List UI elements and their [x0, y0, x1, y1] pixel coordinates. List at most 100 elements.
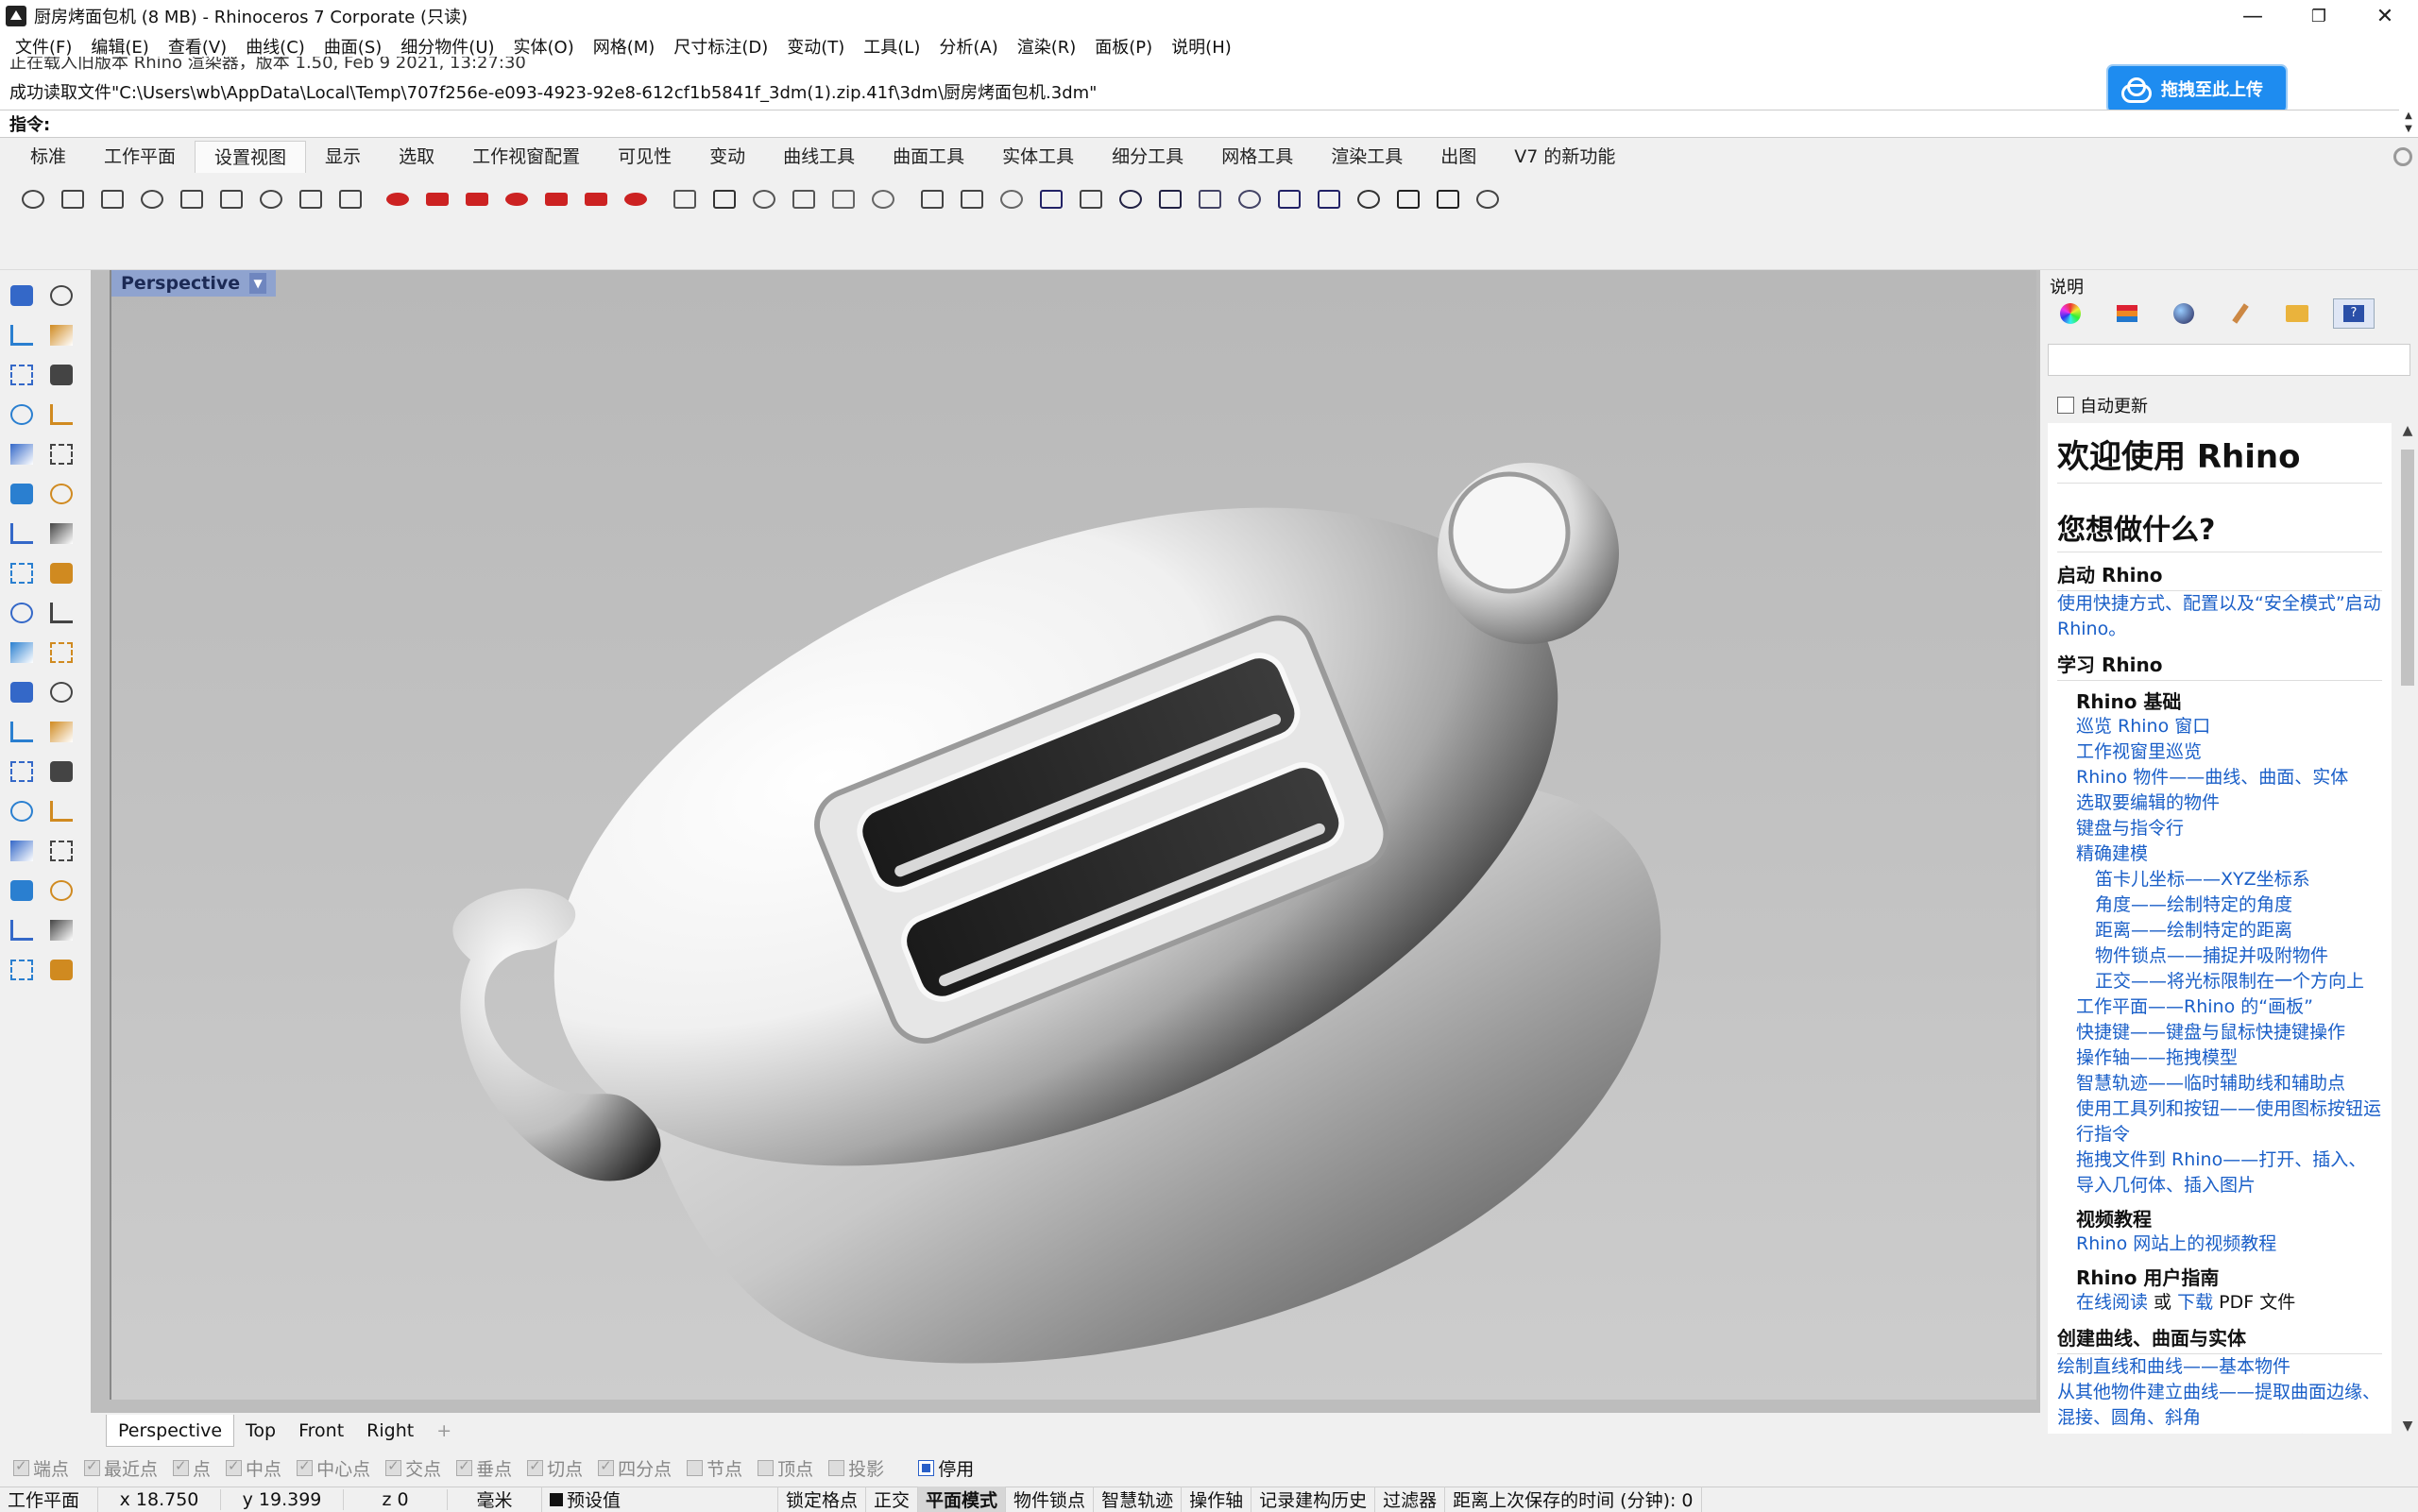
status-toggle[interactable]: 锁定格点: [778, 1487, 867, 1512]
polyline-icon[interactable]: [6, 319, 38, 351]
layers-icon[interactable]: [2106, 298, 2148, 329]
pan-icon[interactable]: [17, 183, 49, 215]
help-link[interactable]: 智慧轨迹——临时辅助线和辅助点: [2057, 1071, 2382, 1096]
box-icon[interactable]: [6, 518, 38, 550]
help-link[interactable]: 精确建模: [2057, 841, 2382, 867]
osnap-7[interactable]: 切点: [527, 1455, 583, 1481]
menu-item[interactable]: 编辑(E): [81, 34, 158, 59]
gumball-icon[interactable]: [1154, 183, 1186, 215]
menu-item[interactable]: 渲染(R): [1008, 34, 1086, 59]
rhino-app-icon[interactable]: [6, 6, 26, 26]
help-link[interactable]: 巡览 Rhino 窗口: [2057, 714, 2382, 739]
brush-icon[interactable]: [2220, 298, 2261, 329]
checkbox-icon[interactable]: [758, 1459, 775, 1476]
check-icon[interactable]: [45, 914, 77, 946]
explode-icon[interactable]: [45, 597, 77, 629]
dimension-icon[interactable]: [45, 756, 77, 788]
checkbox-icon[interactable]: [828, 1459, 845, 1476]
menu-item[interactable]: 变动(T): [777, 34, 854, 59]
checkbox-icon[interactable]: [226, 1457, 243, 1476]
toolbar-tab[interactable]: 工作视窗配置: [453, 141, 599, 173]
checkbox-icon[interactable]: [527, 1457, 544, 1476]
light-icon[interactable]: [827, 183, 860, 215]
chevron-down-icon[interactable]: ▼: [249, 273, 267, 294]
sparkle-icon[interactable]: [1432, 183, 1464, 215]
layout-icon[interactable]: [788, 183, 820, 215]
maximize-button[interactable]: ❐: [2286, 0, 2352, 32]
wave-icon[interactable]: [1313, 183, 1345, 215]
array-icon[interactable]: [6, 795, 38, 827]
rectangle-icon[interactable]: [45, 399, 77, 431]
toolbar-tab[interactable]: V7 的新功能: [1495, 141, 1634, 173]
gear-icon[interactable]: [2393, 147, 2412, 166]
zoom-extents-icon[interactable]: [176, 183, 208, 215]
status-unit[interactable]: 毫米: [448, 1487, 542, 1512]
minimize-button[interactable]: —: [2220, 0, 2286, 32]
text-icon[interactable]: [6, 756, 38, 788]
curve-icon[interactable]: [45, 319, 77, 351]
fillet-icon[interactable]: [45, 438, 77, 470]
osnap-2[interactable]: 点: [173, 1455, 211, 1481]
lens-icon[interactable]: [996, 183, 1028, 215]
upload-drop-button[interactable]: 拖拽至此上传: [2106, 64, 2288, 113]
osnap-6[interactable]: 垂点: [456, 1455, 512, 1481]
osnap-1[interactable]: 最近点: [84, 1455, 158, 1481]
checkbox-icon[interactable]: [385, 1457, 402, 1476]
turntable-icon[interactable]: [1353, 183, 1385, 215]
toolbar-tab[interactable]: 曲面工具: [874, 141, 983, 173]
cylinder-icon[interactable]: [6, 557, 38, 589]
fly-icon[interactable]: [1035, 183, 1067, 215]
view-tab[interactable]: Front: [287, 1415, 355, 1447]
split-icon[interactable]: [45, 637, 77, 669]
star-icon[interactable]: [1234, 183, 1266, 215]
view-tab[interactable]: Right: [355, 1415, 425, 1447]
download-link[interactable]: 下载: [2177, 1292, 2213, 1313]
checkbox-icon[interactable]: [456, 1457, 473, 1476]
toaster-model[interactable]: [111, 270, 2036, 1400]
osnap-8[interactable]: 四分点: [598, 1455, 672, 1481]
help-link[interactable]: 快捷键——键盘与鼠标快捷键操作: [2057, 1020, 2382, 1045]
osnap-4[interactable]: 中心点: [297, 1455, 370, 1481]
checkbox-icon[interactable]: [13, 1457, 29, 1476]
checkbox-icon[interactable]: [598, 1457, 615, 1476]
viewport-title-tab[interactable]: Perspective ▼: [111, 270, 277, 297]
status-toggle[interactable]: 物件锁点: [1006, 1487, 1095, 1512]
toolbar-tab[interactable]: 出图: [1422, 141, 1495, 173]
help-link[interactable]: 键盘与指令行: [2057, 816, 2382, 841]
checkbox-icon[interactable]: [173, 1457, 190, 1476]
menu-item[interactable]: 分析(A): [929, 34, 1007, 59]
osnap-10[interactable]: 顶点: [758, 1455, 813, 1481]
menu-item[interactable]: 文件(F): [6, 34, 81, 59]
help-link[interactable]: 使用快捷方式、配置以及“安全模式”启动 Rhino。: [2057, 591, 2382, 642]
clipboard-icon[interactable]: [6, 914, 38, 946]
help-link[interactable]: Rhino 网站上的视频教程: [2057, 1232, 2382, 1257]
camera-front-icon[interactable]: [382, 183, 414, 215]
surface-icon[interactable]: [6, 478, 38, 510]
toolbar-tab[interactable]: 变动: [690, 141, 764, 173]
polygon-icon[interactable]: [6, 399, 38, 431]
read-online-link[interactable]: 在线阅读: [2076, 1292, 2148, 1313]
toolbar-tab[interactable]: 工作平面: [85, 141, 195, 173]
osnap-disable-toggle[interactable]: 停用: [918, 1455, 974, 1481]
toolbar-tab[interactable]: 网格工具: [1202, 141, 1312, 173]
command-scrollbar[interactable]: ▲ ▼: [2399, 110, 2418, 136]
mesh-icon[interactable]: [45, 835, 77, 867]
menu-item[interactable]: 细分物件(U): [391, 34, 503, 59]
help-link[interactable]: 使用工具列和按钮——使用图标按钮运行指令: [2057, 1096, 2382, 1147]
menu-item[interactable]: 网格(M): [584, 34, 665, 59]
light-icon[interactable]: [867, 183, 899, 215]
osnap-11[interactable]: 投影: [828, 1455, 884, 1481]
perspective-viewport[interactable]: Perspective ▼: [110, 270, 2036, 1400]
rotate-view-icon[interactable]: [57, 183, 89, 215]
command-prompt[interactable]: 指令:: [0, 110, 2399, 136]
help-link[interactable]: 选取要编辑的物件: [2057, 790, 2382, 816]
toolbar-tab[interactable]: 标准: [11, 141, 85, 173]
auto-update-checkbox[interactable]: 自动更新: [2057, 393, 2148, 417]
render-icon[interactable]: [45, 954, 77, 986]
scroll-thumb[interactable]: [2401, 450, 2414, 686]
status-plane[interactable]: 工作平面: [0, 1487, 98, 1512]
help-scrollbar[interactable]: ▲ ▼: [2397, 423, 2418, 1434]
close-button[interactable]: ✕: [2352, 0, 2418, 32]
panel-search-input[interactable]: [2048, 344, 2410, 376]
status-toggle[interactable]: 记录建构历史: [1252, 1487, 1376, 1512]
